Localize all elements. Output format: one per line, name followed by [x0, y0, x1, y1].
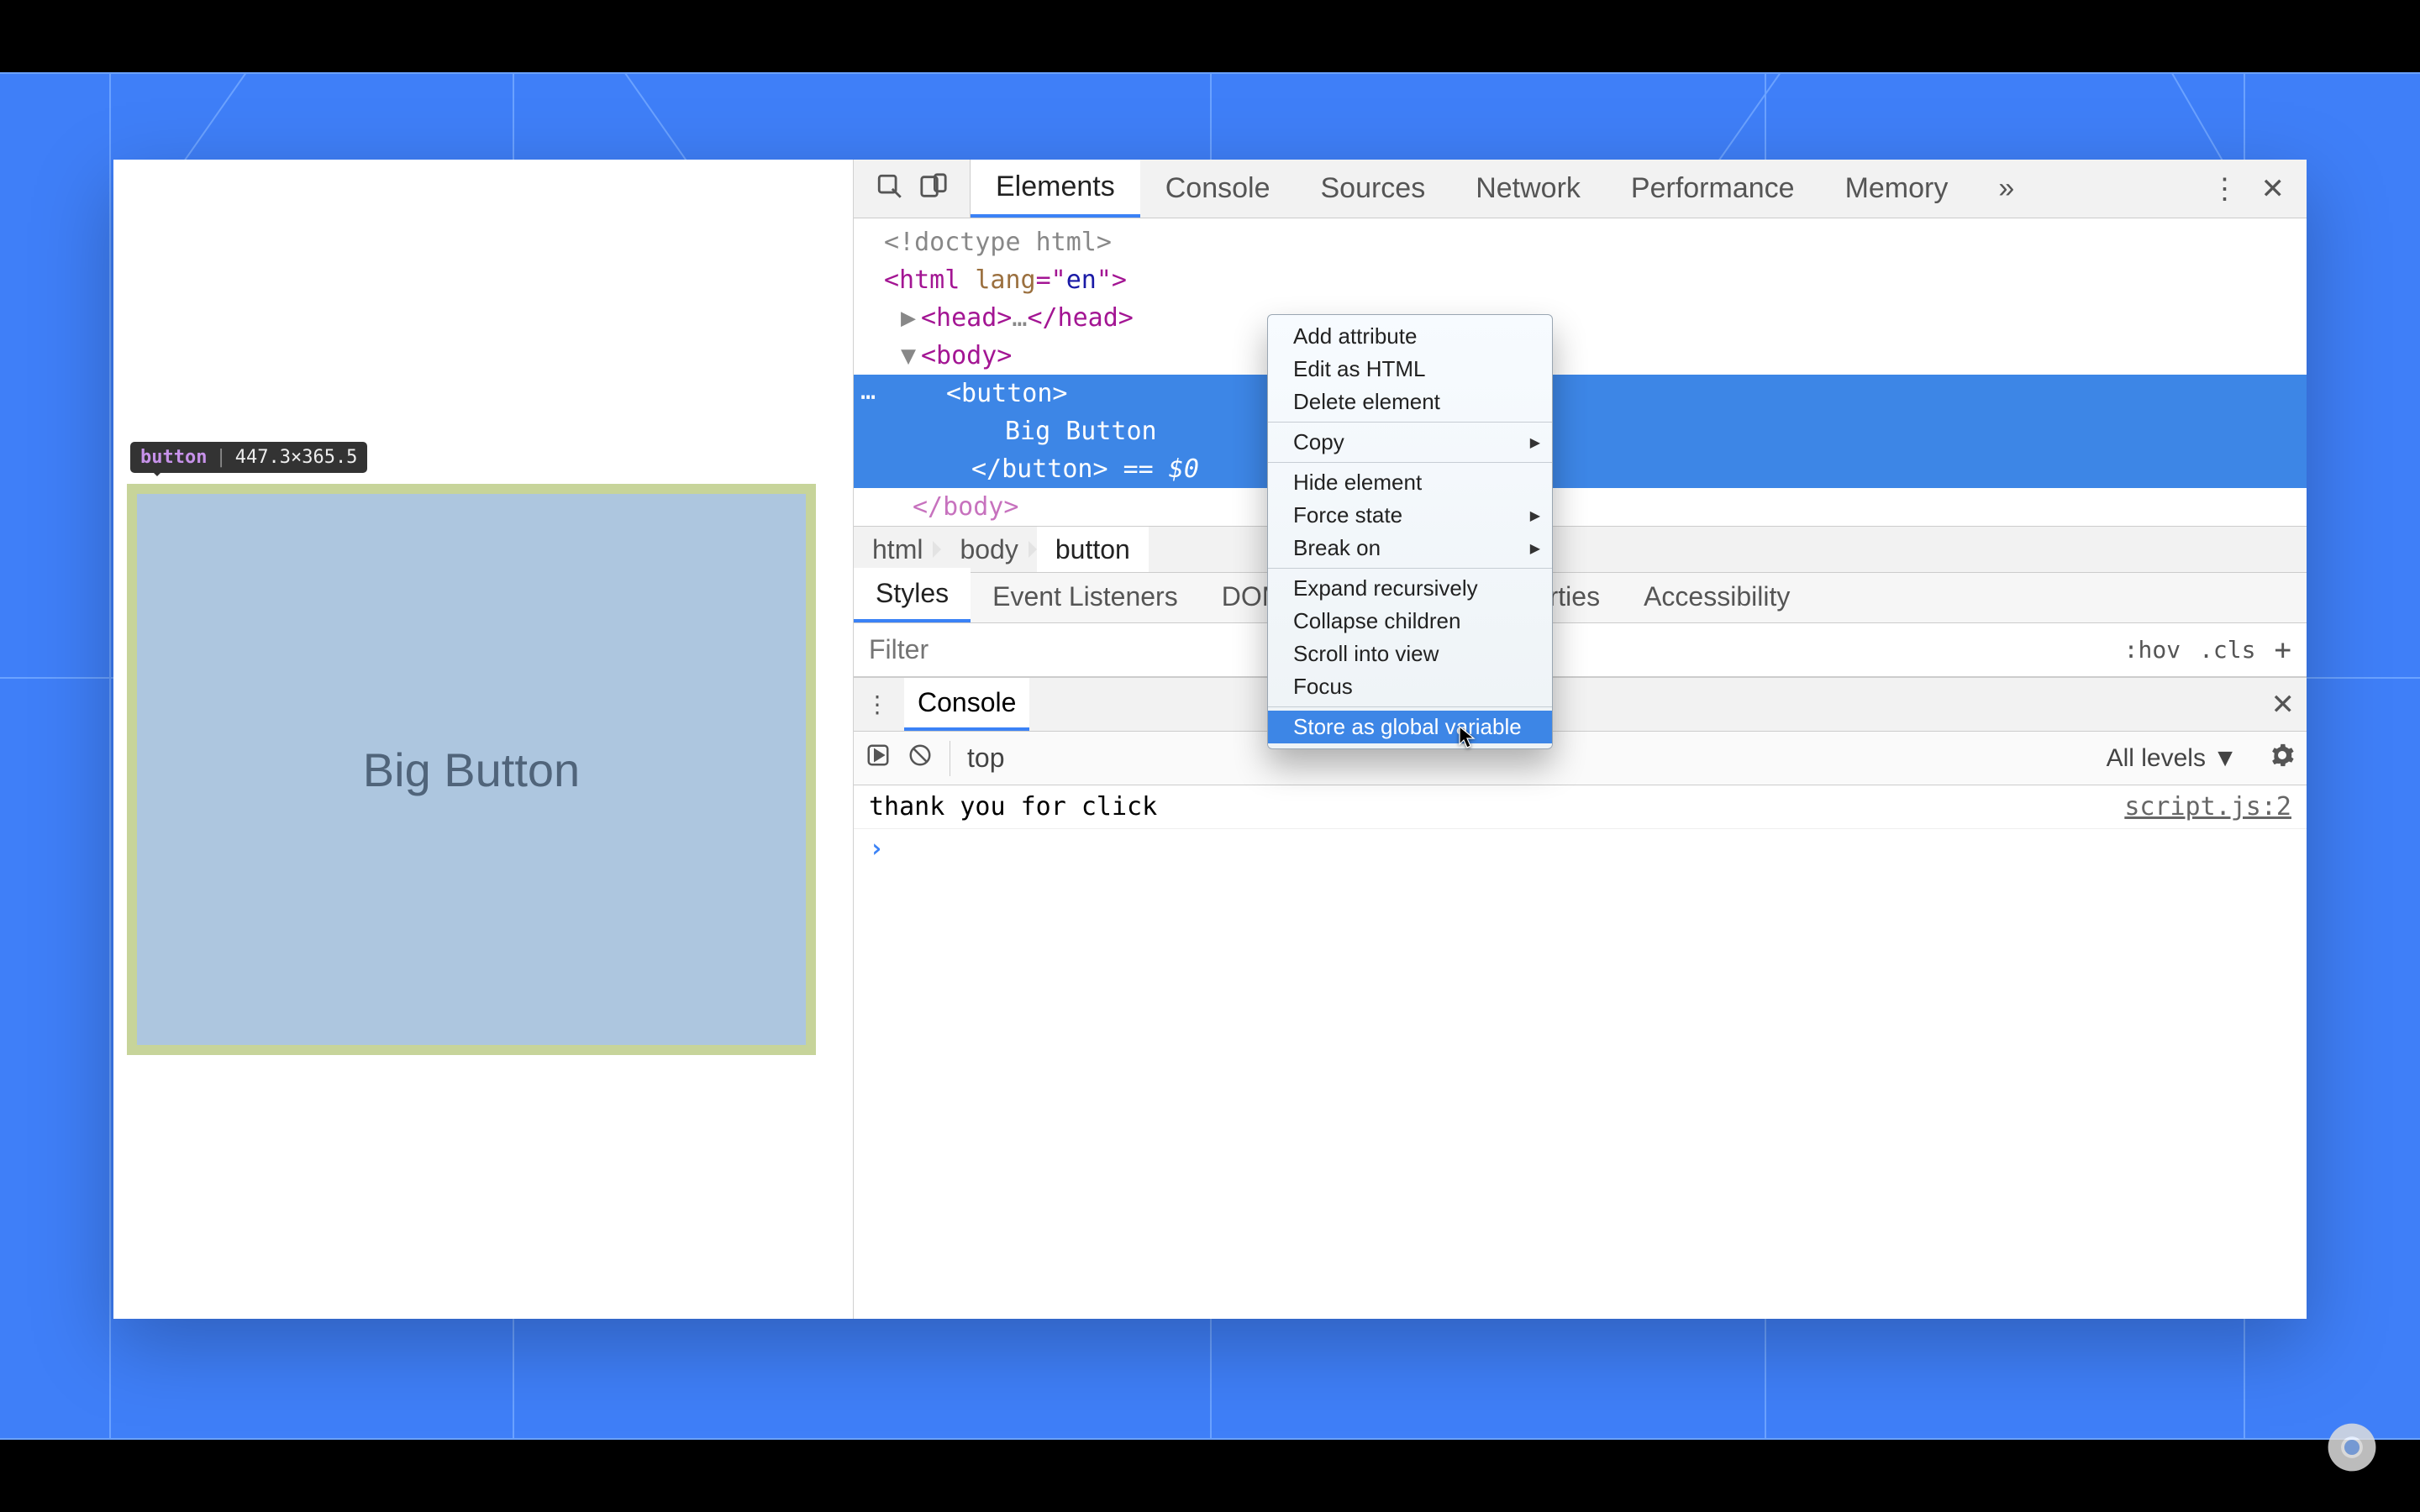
workspace-window: button | 447.3×365.5 Big Button Elements…: [113, 160, 2307, 1319]
console-log-row: thank you for click script.js:2: [854, 785, 2307, 829]
tab-performance[interactable]: Performance: [1606, 160, 1820, 218]
crumb-html[interactable]: html: [854, 527, 941, 572]
tab-network[interactable]: Network: [1450, 160, 1606, 218]
console-prompt[interactable]: ›: [854, 829, 2307, 869]
cls-toggle[interactable]: .cls: [2199, 636, 2255, 664]
close-icon[interactable]: ✕: [2261, 172, 2286, 206]
ctx-delete-element[interactable]: Delete element: [1268, 386, 1552, 418]
ctx-force-state[interactable]: Force state: [1268, 499, 1552, 532]
page-preview-pane: button | 447.3×365.5 Big Button: [113, 160, 853, 1319]
dom-line: ▶<head>…</head>: [854, 299, 2307, 337]
tab-console[interactable]: Console: [1140, 160, 1296, 218]
selected-dots-icon: ⋯: [860, 378, 877, 416]
dom-tree[interactable]: <!doctype html> <html lang="en"> ▶<head>…: [854, 218, 2307, 526]
tab-elements[interactable]: Elements: [971, 160, 1140, 218]
ctx-separator: [1268, 706, 1552, 707]
devtools-pane: Elements Console Sources Network Perform…: [853, 160, 2307, 1319]
hov-toggle[interactable]: :hov: [2124, 636, 2181, 664]
tab-memory[interactable]: Memory: [1820, 160, 1974, 218]
inspect-tooltip-tag: button: [140, 447, 207, 468]
subtab-accessibility[interactable]: Accessibility: [1622, 571, 1812, 622]
breadcrumb: html body button: [854, 526, 2307, 573]
chrome-logo-icon: [2326, 1421, 2378, 1473]
styles-filter-row: :hov .cls +: [854, 623, 2307, 677]
tab-sources[interactable]: Sources: [1295, 160, 1450, 218]
console-clear-icon[interactable]: [908, 743, 933, 774]
ctx-break-on[interactable]: Break on: [1268, 532, 1552, 564]
console-play-icon[interactable]: [865, 743, 891, 774]
ctx-scroll-into-view[interactable]: Scroll into view: [1268, 638, 1552, 670]
kebab-icon[interactable]: ⋮: [2211, 172, 2239, 206]
crumb-button[interactable]: button: [1037, 527, 1149, 572]
console-levels-selector[interactable]: All levels ▼: [2107, 744, 2238, 773]
console-settings-icon[interactable]: [2270, 743, 2295, 774]
big-button-label: Big Button: [363, 743, 580, 797]
dom-line: <!doctype html>: [854, 223, 2307, 261]
big-button-preview[interactable]: Big Button: [127, 484, 816, 1055]
console-context-selector[interactable]: top: [967, 743, 1004, 774]
console-log-text: thank you for click: [869, 792, 1157, 822]
ctx-focus[interactable]: Focus: [1268, 670, 1552, 703]
inspect-tooltip-dimensions: 447.3×365.5: [235, 447, 358, 468]
ctx-store-global-variable[interactable]: Store as global variable: [1268, 711, 1552, 743]
context-menu: Add attribute Edit as HTML Delete elemen…: [1267, 314, 1553, 749]
ctx-collapse-children[interactable]: Collapse children: [1268, 605, 1552, 638]
ctx-separator: [1268, 422, 1552, 423]
ctx-separator: [1268, 568, 1552, 569]
console-log-source[interactable]: script.js:2: [2124, 792, 2291, 822]
tabs-overflow-icon[interactable]: »: [1973, 160, 2039, 218]
ctx-edit-as-html[interactable]: Edit as HTML: [1268, 353, 1552, 386]
ctx-copy[interactable]: Copy: [1268, 426, 1552, 459]
mouse-cursor-icon: [1459, 726, 1476, 749]
dom-selected-node[interactable]: ⋯ <button> Big Button </button> == $0: [854, 375, 2307, 488]
ctx-expand-recursively[interactable]: Expand recursively: [1268, 572, 1552, 605]
ctx-hide-element[interactable]: Hide element: [1268, 466, 1552, 499]
console-kebab-icon[interactable]: ⋮: [865, 690, 889, 718]
subtab-event-listeners[interactable]: Event Listeners: [971, 571, 1200, 622]
console-toolbar: top All levels ▼: [854, 732, 2307, 785]
console-drawer-tab[interactable]: Console: [904, 678, 1029, 731]
ctx-add-attribute[interactable]: Add attribute: [1268, 320, 1552, 353]
inspect-element-icon[interactable]: [876, 172, 904, 205]
dom-line: <html lang="en">: [854, 261, 2307, 299]
styles-subtabs: Styles Event Listeners DOM Breakpoints P…: [854, 573, 2307, 623]
console-close-icon[interactable]: ✕: [2271, 688, 2296, 722]
crumb-body[interactable]: body: [941, 527, 1036, 572]
console-drawer-header: ⋮ Console ✕: [854, 678, 2307, 732]
device-toggle-icon[interactable]: [919, 172, 948, 205]
inspect-tooltip: button | 447.3×365.5: [130, 442, 367, 473]
console-output[interactable]: thank you for click script.js:2 ›: [854, 785, 2307, 1319]
ctx-separator: [1268, 462, 1552, 463]
subtab-styles[interactable]: Styles: [854, 568, 971, 622]
devtools-tabbar: Elements Console Sources Network Perform…: [854, 160, 2307, 218]
dom-line: </body>: [854, 488, 2307, 526]
console-drawer: ⋮ Console ✕ top All levels ▼: [854, 677, 2307, 1319]
new-style-rule-icon[interactable]: +: [2275, 636, 2291, 664]
dom-line: ▼<body>: [854, 337, 2307, 375]
